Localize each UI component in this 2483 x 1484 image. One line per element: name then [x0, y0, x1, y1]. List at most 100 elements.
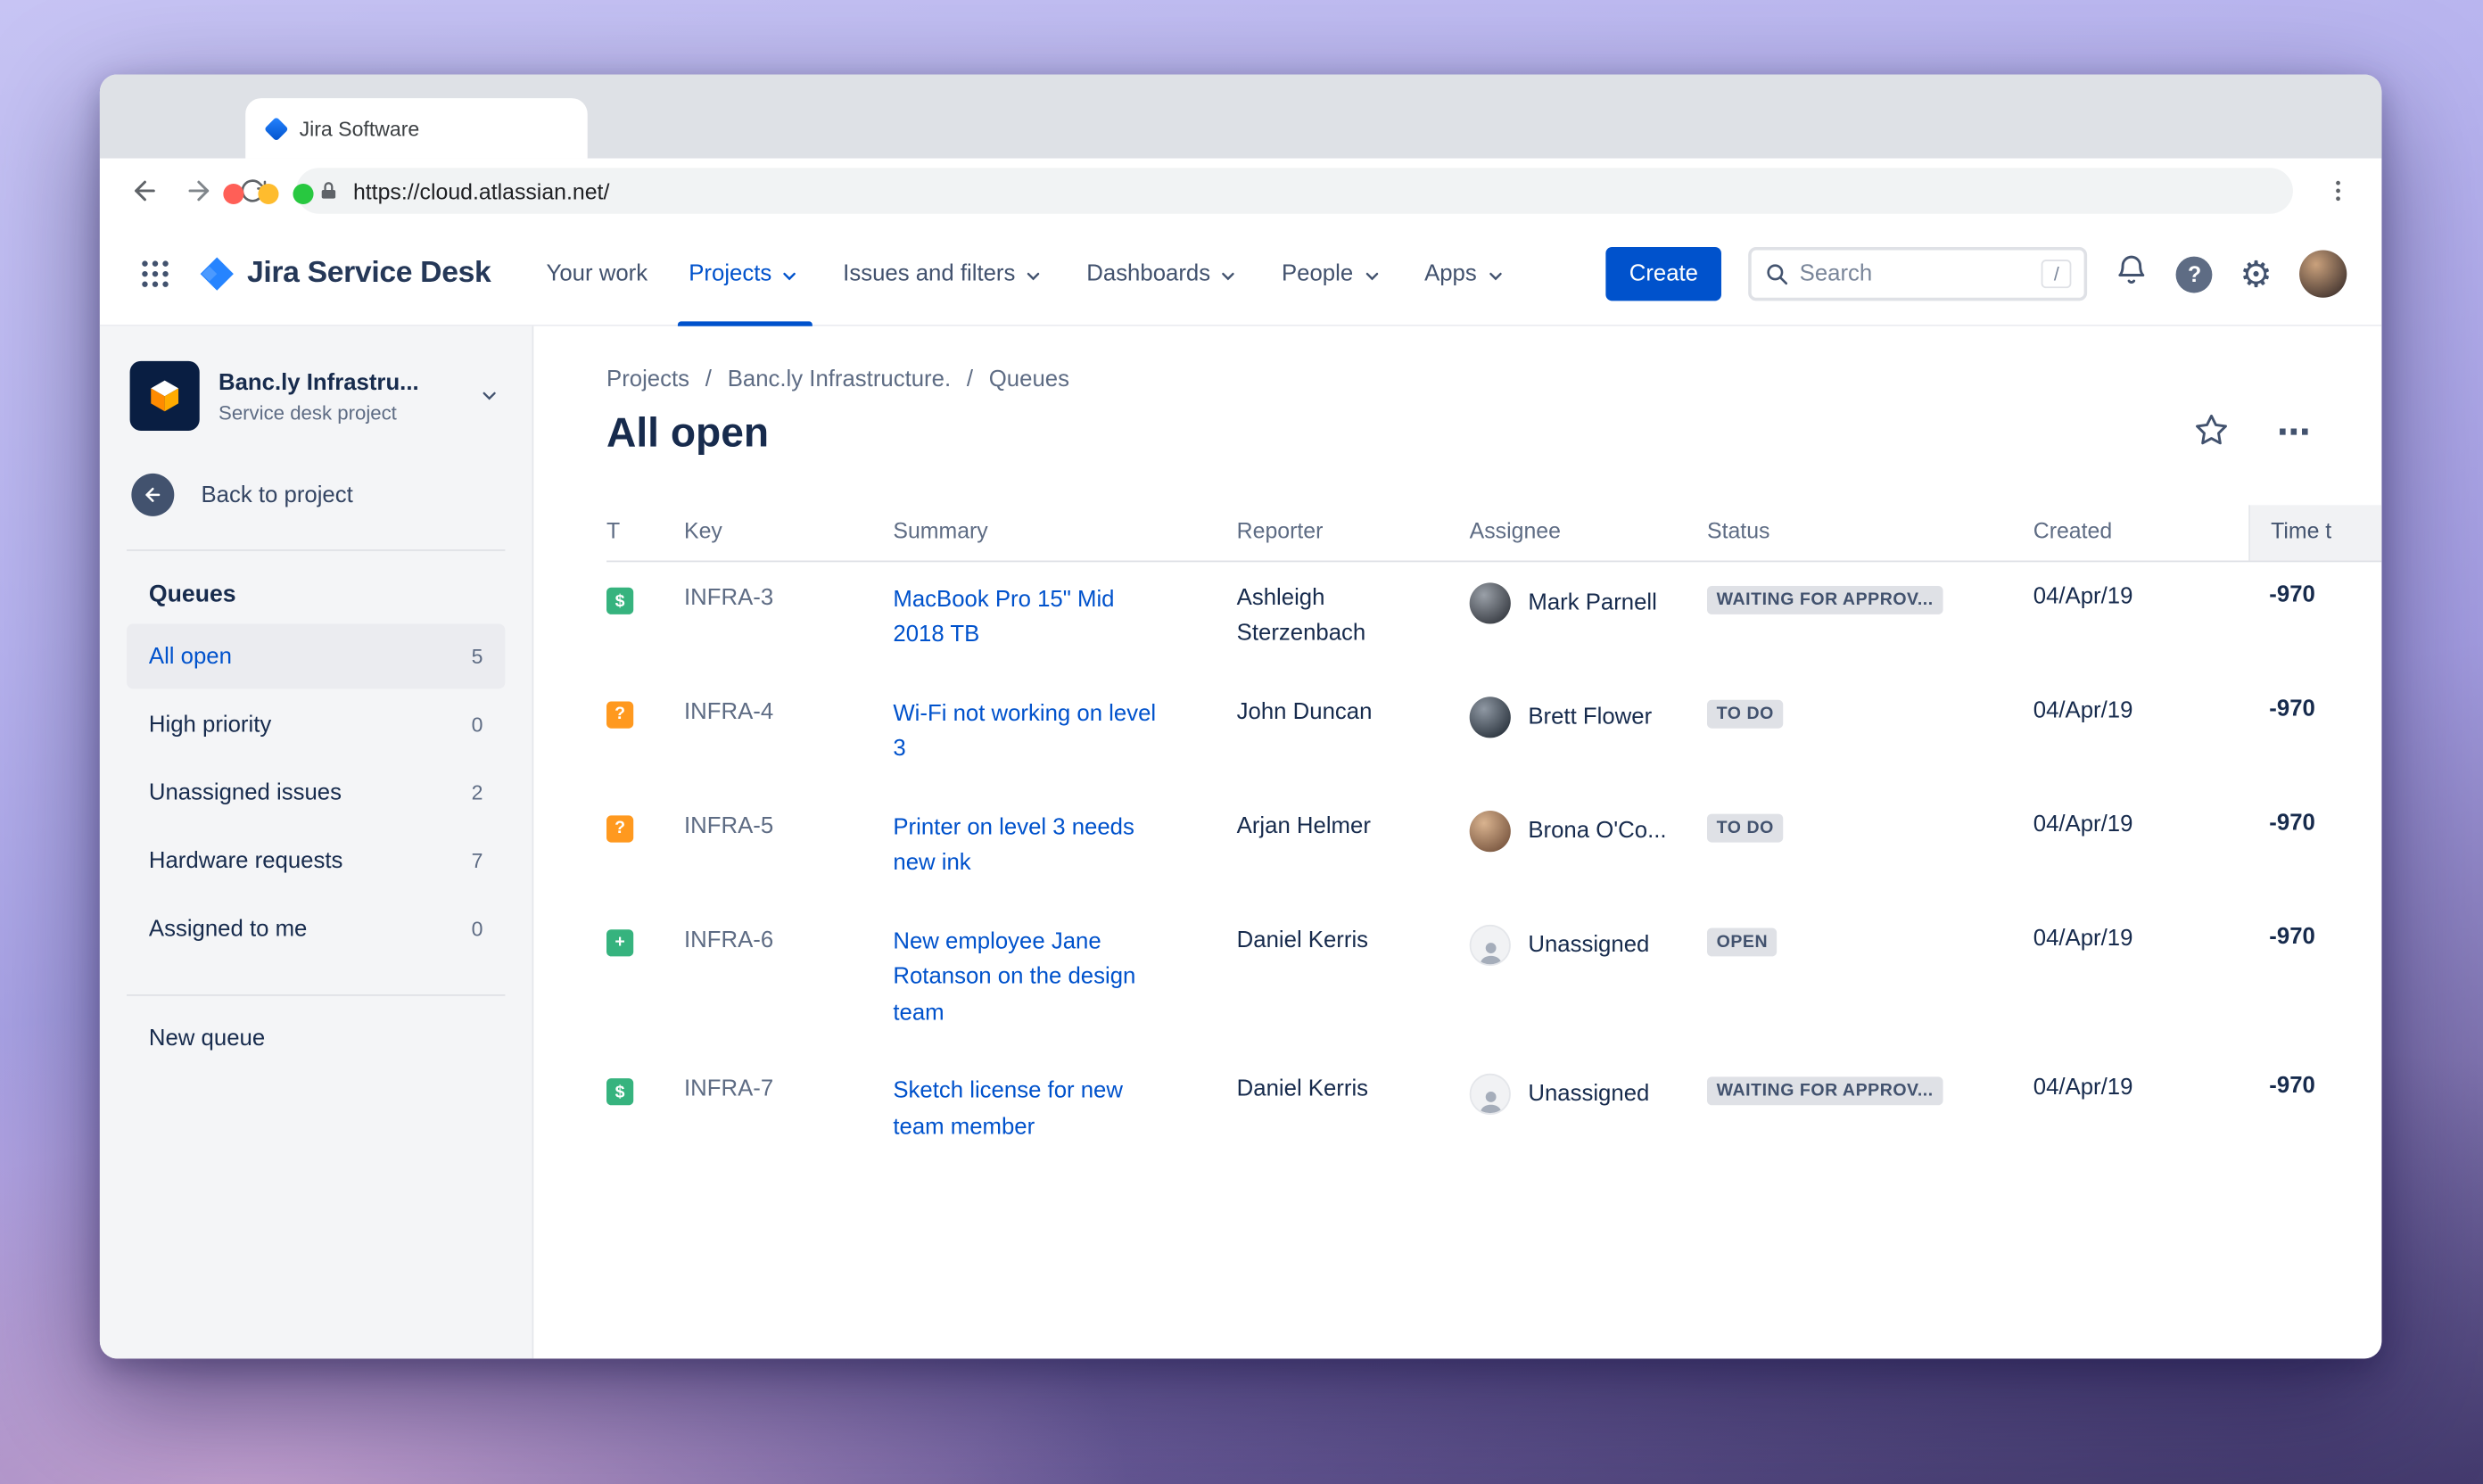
address-bar[interactable]: https://cloud.atlassian.net/ — [296, 168, 2293, 214]
minimize-window-button[interactable] — [258, 183, 279, 205]
project-avatar — [129, 360, 200, 431]
issue-type-icon: ? — [606, 701, 634, 729]
maximize-window-button[interactable] — [293, 183, 314, 205]
status-badge: TO DO — [1707, 699, 1784, 729]
queue-count: 2 — [471, 780, 483, 804]
product-name: Jira Service Desk — [246, 256, 491, 290]
product-logo[interactable]: Jira Service Desk — [198, 255, 491, 293]
assignee-avatar — [1469, 582, 1511, 624]
sidebar-divider — [127, 994, 506, 996]
lock-icon — [321, 182, 336, 199]
browser-menu-button[interactable] — [2312, 166, 2363, 217]
breadcrumb-link[interactable]: Queues — [989, 367, 1069, 392]
column-header-time[interactable]: Time t — [2248, 505, 2382, 561]
browser-window: Jira Software https://cloud.atlassian.ne… — [99, 74, 2382, 1359]
issue-created: 04/Apr/19 — [2033, 584, 2133, 610]
nav-item-issues-and-filters[interactable]: Issues and filters — [822, 222, 1066, 325]
table-row[interactable]: ? INFRA-5 Printer on level 3 needs new ink… — [606, 790, 2381, 904]
nav-item-apps[interactable]: Apps — [1404, 222, 1528, 325]
breadcrumb-link[interactable]: Projects — [606, 367, 689, 392]
nav-item-people[interactable]: People — [1261, 222, 1404, 325]
column-header-type[interactable]: T — [606, 505, 684, 560]
issue-key: INFRA-4 — [684, 699, 774, 726]
column-header-assignee[interactable]: Assignee — [1470, 505, 1707, 560]
create-button[interactable]: Create — [1605, 246, 1722, 301]
chevron-down-icon — [1222, 271, 1235, 280]
issue-summary-link[interactable]: Wi-Fi not working on level 3 — [893, 697, 1156, 768]
queue-label: Unassigned issues — [148, 779, 342, 805]
breadcrumb-link[interactable]: Banc.ly Infrastructure. — [728, 367, 951, 392]
primary-nav: Your work Projects Issues and filters Dashb… — [525, 222, 1528, 326]
table-row[interactable]: ? INFRA-4 Wi-Fi not working on level 3 John… — [606, 676, 2381, 790]
queue-count: 0 — [471, 712, 483, 737]
project-type: Service desk project — [219, 401, 397, 424]
sidebar-item-all-open[interactable]: All open 5 — [127, 623, 506, 689]
close-window-button[interactable] — [223, 183, 244, 205]
search-input[interactable] — [1799, 260, 2033, 287]
gear-icon: ⚙ — [2240, 252, 2273, 294]
issue-time: -970 — [2269, 697, 2315, 722]
chevron-down-icon — [1027, 271, 1040, 280]
queue-label: All open — [148, 643, 232, 670]
help-button[interactable]: ? — [2176, 255, 2214, 293]
breadcrumb: Projects / Banc.ly Infrastructure. / Queues — [606, 367, 2381, 392]
notifications-button[interactable] — [2115, 252, 2149, 295]
user-avatar[interactable] — [2299, 250, 2347, 298]
back-arrow-icon — [131, 473, 175, 516]
issue-time: -970 — [2269, 810, 2315, 837]
search-shortcut-hint: / — [2041, 260, 2073, 289]
nav-item-projects[interactable]: Projects — [668, 222, 822, 326]
new-queue-button[interactable]: New queue — [149, 1026, 505, 1051]
table-row[interactable]: + INFRA-6 New employee Jane Rotanson on th… — [606, 903, 2381, 1053]
chevron-down-icon — [483, 392, 496, 400]
table-row[interactable]: $ INFRA-3 MacBook Pro 15" Mid 2018 TB Ashle… — [606, 562, 2381, 676]
sidebar-item-assigned-to-me[interactable]: Assigned to me 0 — [127, 896, 505, 961]
issue-assignee: Brona O'Co... — [1469, 810, 1707, 853]
issue-summary-link[interactable]: New employee Jane Rotanson on the design… — [893, 925, 1156, 1032]
issue-assignee: Brett Flower — [1469, 697, 1707, 738]
nav-item-label: Issues and filters — [843, 260, 1016, 287]
breadcrumb-separator: / — [705, 367, 712, 393]
back-to-project-label: Back to project — [201, 482, 353, 508]
window-controls — [223, 183, 314, 205]
more-actions-button[interactable]: ⋯ — [2277, 416, 2312, 449]
app-switcher-button[interactable] — [128, 247, 182, 301]
sidebar-divider — [127, 549, 506, 551]
queues-heading: Queues — [148, 581, 236, 608]
issue-reporter: Ashleigh Sterzenbach — [1236, 585, 1366, 646]
column-header-status[interactable]: Status — [1707, 505, 2033, 560]
back-button[interactable] — [119, 166, 169, 217]
issue-summary-link[interactable]: Sketch license for new team member — [893, 1074, 1156, 1145]
nav-item-dashboards[interactable]: Dashboards — [1066, 222, 1261, 325]
issue-key: INFRA-5 — [684, 813, 774, 839]
sidebar-item-unassigned-issues[interactable]: Unassigned issues 2 — [127, 760, 505, 825]
assignee-name: Mark Parnell — [1528, 590, 1657, 616]
sidebar-item-hardware-requests[interactable]: Hardware requests 7 — [127, 829, 505, 894]
forward-button[interactable] — [173, 166, 224, 217]
sidebar-item-high-priority[interactable]: High priority 0 — [127, 692, 505, 757]
column-header-reporter[interactable]: Reporter — [1237, 505, 1470, 560]
browser-tab[interactable]: Jira Software — [245, 98, 588, 159]
table-row[interactable]: $ INFRA-7 Sketch license for new team memb… — [606, 1053, 2381, 1167]
nav-item-label: Your work — [546, 260, 648, 287]
back-to-project[interactable]: Back to project — [131, 473, 505, 516]
queue-count: 7 — [471, 848, 483, 873]
issue-summary-link[interactable]: Printer on level 3 needs new ink — [893, 811, 1156, 882]
issue-reporter: Arjan Helmer — [1236, 813, 1371, 839]
queue-list: All open 5 High priority 0 Unassigned issues… — [127, 623, 506, 961]
search-box[interactable]: / — [1748, 246, 2088, 301]
issue-summary-link[interactable]: MacBook Pro 15" Mid 2018 TB — [893, 582, 1156, 654]
page-actions: ⋯ — [2193, 411, 2312, 456]
column-header-key[interactable]: Key — [684, 505, 893, 560]
status-badge: WAITING FOR APPROV... — [1707, 585, 1943, 614]
settings-button[interactable]: ⚙ — [2240, 255, 2273, 293]
jira-logo-icon — [200, 257, 234, 291]
star-button[interactable] — [2193, 411, 2230, 456]
issue-type-icon: $ — [606, 587, 634, 614]
issue-reporter: Daniel Kerris — [1236, 1076, 1369, 1103]
issue-key: INFRA-6 — [684, 928, 774, 953]
nav-item-your-work[interactable]: Your work — [525, 222, 668, 325]
column-header-created[interactable]: Created — [2033, 505, 2248, 560]
project-switcher[interactable]: Banc.ly Infrastru... Service desk projec… — [127, 360, 505, 431]
column-header-summary[interactable]: Summary — [893, 505, 1236, 560]
